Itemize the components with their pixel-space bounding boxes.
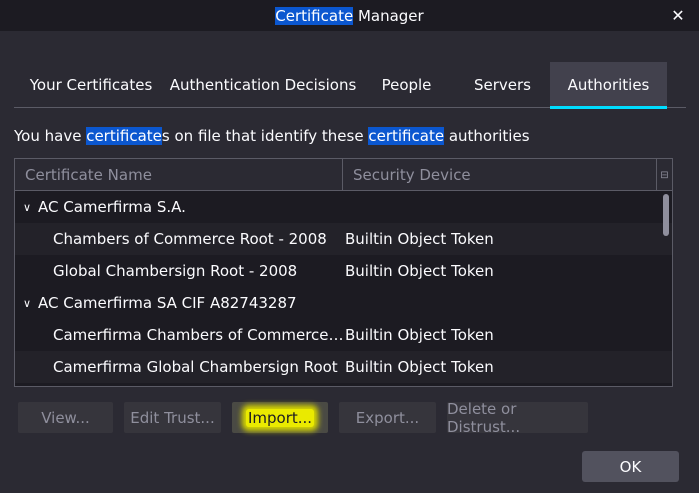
tree-rows: ∨ AC Camerfirma S.A. Chambers of Commerce…	[15, 191, 672, 383]
tab-people[interactable]: People	[358, 62, 455, 108]
tab-servers[interactable]: Servers	[455, 62, 550, 108]
cert-name: Camerfirma Chambers of Commerce Ro...	[53, 326, 344, 344]
column-label: Certificate Name	[25, 165, 152, 184]
desc-highlight: certificate	[86, 127, 162, 145]
desc-part: s on file that identify these	[161, 127, 369, 145]
tab-label: Authorities	[567, 76, 650, 94]
scrollbar-thumb[interactable]	[663, 194, 669, 236]
delete-or-distrust-button[interactable]: Delete or Distrust...	[447, 399, 588, 436]
desc-part: You have	[14, 127, 87, 145]
cert-name: Chambers of Commerce Root - 2008	[53, 230, 327, 248]
security-device: Builtin Object Token	[345, 326, 494, 344]
certificate-tree[interactable]: Certificate Name Security Device ⊟ ∨ AC C…	[14, 158, 673, 387]
group-name: AC Camerfirma S.A.	[38, 198, 186, 216]
tab-your-certificates[interactable]: Your Certificates	[14, 62, 168, 108]
window-title: Manager	[353, 6, 424, 25]
button-label: Edit Trust...	[130, 408, 215, 427]
title-bar: Certificate Manager ✕	[0, 0, 699, 31]
column-header-certificate-name[interactable]: Certificate Name	[15, 159, 343, 190]
view-button[interactable]: View...	[18, 402, 113, 433]
column-picker-icon[interactable]: ⊟	[656, 159, 672, 191]
button-label: View...	[41, 408, 90, 427]
export-button[interactable]: Export...	[339, 402, 436, 433]
tree-row[interactable]: Chambers of Commerce Root - 2008 Builtin…	[15, 223, 672, 255]
button-label: OK	[619, 457, 642, 476]
security-device: Builtin Object Token	[345, 262, 494, 280]
column-header-security-device[interactable]: Security Device	[343, 159, 672, 190]
tree-row[interactable]: Camerfirma Chambers of Commerce Ro... Bu…	[15, 319, 672, 351]
tree-row-group[interactable]: ∨ AC Camerfirma SA CIF A82743287	[15, 287, 672, 319]
vertical-scrollbar[interactable]	[662, 194, 670, 382]
security-device: Builtin Object Token	[345, 358, 494, 376]
tree-row[interactable]: Global Chambersign Root - 2008 Builtin O…	[15, 255, 672, 287]
action-buttons: View... Edit Trust... Import... Export..…	[18, 399, 599, 436]
description-text: You have certificates on file that ident…	[14, 127, 530, 145]
close-icon[interactable]: ✕	[669, 6, 687, 25]
column-label: Security Device	[353, 165, 471, 184]
tab-label: Your Certificates	[29, 76, 153, 94]
tab-label: Authentication Decisions	[169, 76, 357, 94]
security-device: Builtin Object Token	[345, 230, 494, 248]
group-name: AC Camerfirma SA CIF A82743287	[38, 294, 297, 312]
button-label: Import...	[245, 408, 315, 427]
tree-row-group[interactable]: ∨ AC Camerfirma S.A.	[15, 191, 672, 223]
tab-authentication-decisions[interactable]: Authentication Decisions	[168, 62, 358, 108]
desc-highlight: certificate	[368, 127, 445, 145]
tab-authorities[interactable]: Authorities	[550, 62, 667, 109]
tree-header: Certificate Name Security Device ⊟	[15, 159, 672, 191]
edit-trust-button[interactable]: Edit Trust...	[124, 402, 221, 433]
chevron-down-icon[interactable]: ∨	[23, 201, 37, 214]
desc-part: authorities	[444, 127, 530, 145]
chevron-down-icon[interactable]: ∨	[23, 297, 37, 310]
cert-name: Camerfirma Global Chambersign Root	[53, 358, 338, 376]
tab-strip: Your Certificates Authentication Decisio…	[14, 62, 686, 109]
button-label: Delete or Distrust...	[447, 399, 521, 436]
cert-name: Global Chambersign Root - 2008	[53, 262, 298, 280]
ok-button[interactable]: OK	[582, 451, 679, 482]
import-button[interactable]: Import...	[232, 402, 328, 433]
tab-label: Servers	[473, 76, 531, 94]
title-highlight: Certificate	[275, 6, 354, 25]
button-label: Export...	[355, 408, 420, 427]
tree-row[interactable]: Camerfirma Global Chambersign Root Built…	[15, 351, 672, 383]
tab-label: People	[381, 76, 432, 94]
